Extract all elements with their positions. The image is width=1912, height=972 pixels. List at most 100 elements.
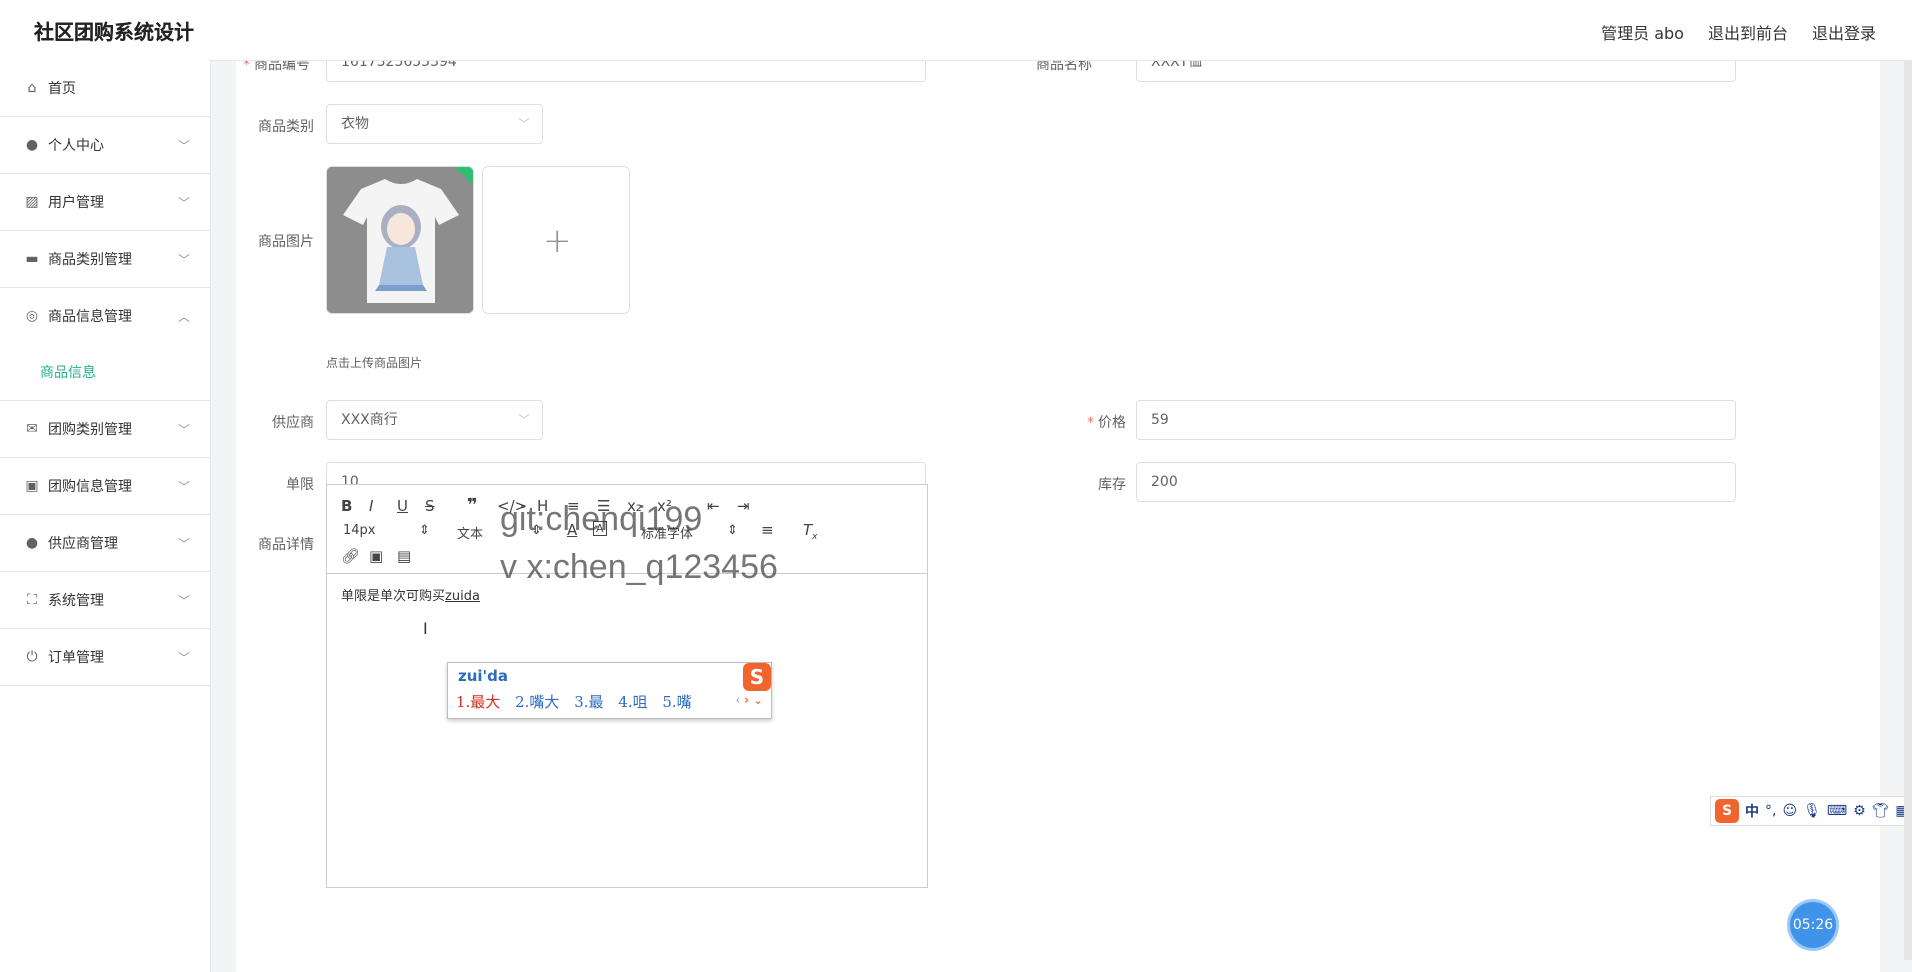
quote-icon[interactable]: ❞ (467, 495, 478, 516)
chart-icon: ▨ (25, 194, 39, 210)
admin-label: 管理员 abo (1601, 24, 1684, 43)
sidebar-item-label: 个人中心 (48, 138, 104, 154)
sidebar-item-label: 系统管理 (48, 593, 104, 609)
align-icon[interactable]: ≡ (761, 521, 774, 539)
sidebar-item-system[interactable]: ⛶ 系统管理 ﹀ (0, 572, 210, 629)
chevron-down-icon: ﹀ (177, 423, 190, 437)
emoji-icon[interactable]: ☺ (1782, 803, 1797, 819)
chevron-down-icon: ﹀ (177, 139, 190, 153)
stock-label: 库存 (1098, 477, 1126, 493)
sidebar-item-label: 商品信息管理 (48, 309, 132, 325)
sort-icon: ⇕ (419, 523, 430, 538)
indent-right-icon[interactable]: ⇥ (737, 497, 750, 515)
sidebar-item-label: 用户管理 (48, 195, 104, 211)
home-icon: ⌂ (27, 80, 37, 96)
skin-icon[interactable]: 👕︎ (1872, 803, 1890, 819)
sidebar-item-label: 供应商管理 (48, 536, 118, 552)
block-type-select[interactable]: 文本 (457, 523, 483, 542)
watermark-line1: git:chenqi199 (500, 500, 703, 538)
category-label: 商品类别 (258, 119, 314, 135)
sogou-logo-icon[interactable]: S (1715, 799, 1739, 823)
ime-composition: zui'da (458, 667, 509, 685)
power-icon: ⏻ (26, 649, 38, 665)
sidebar-item-supplier[interactable]: ● 供应商管理 ﹀ (0, 515, 210, 572)
sidebar-item-orders[interactable]: ⏻ 订单管理 ﹀ (0, 629, 210, 686)
tshirt-image (327, 167, 473, 313)
underline-icon[interactable]: U (397, 497, 408, 515)
mail-icon: ✉ (26, 421, 38, 437)
ime-punct-toggle[interactable]: °, (1765, 803, 1776, 819)
upload-tip: 点击上传商品图片 (326, 356, 423, 370)
text-cursor-icon: I (423, 619, 428, 638)
watermark-line2: v x:chen_q123456 (500, 548, 778, 586)
ime-candidate[interactable]: 1.最大 (456, 693, 500, 711)
chevron-up-icon: ︿ (177, 310, 190, 324)
stock-input[interactable]: 200 (1136, 462, 1736, 502)
composing-text: zuida (445, 589, 480, 604)
tools-icon[interactable]: ⚙ (1853, 803, 1866, 819)
circle-icon: ◎ (25, 308, 39, 324)
logout-link[interactable]: 退出登录 (1812, 20, 1876, 44)
app-title: 社区团购系统设计 (34, 20, 194, 44)
chevron-down-icon: ﹀ (177, 480, 190, 494)
uploaded-image[interactable] (326, 166, 474, 314)
strikethrough-icon[interactable]: S (425, 497, 435, 515)
sidebar-item-users[interactable]: ▨ 用户管理 ﹀ (0, 174, 210, 231)
ime-toolbar: S 中 °, ☺ 🎙︎ ⌨ ⚙ 👕︎ ▦ (1710, 796, 1912, 826)
ime-lang-toggle[interactable]: 中 (1745, 801, 1759, 821)
fullscreen-icon: ⛶ (27, 592, 37, 608)
page-scrollbar[interactable] (1904, 60, 1912, 960)
sidebar: ⌂ 首页 ● 个人中心 ﹀ ▨ 用户管理 ﹀ ▬ 商品类别管理 ﹀ ◎ 商品信息… (0, 60, 211, 972)
sidebar-item-home[interactable]: ⌂ 首页 (0, 60, 210, 117)
chevron-down-icon: ﹀ (177, 537, 190, 551)
sidebar-item-profile[interactable]: ● 个人中心 ﹀ (0, 117, 210, 174)
ime-candidate[interactable]: 5.嘴 (662, 693, 691, 711)
recording-timer[interactable]: 05:26 (1790, 902, 1836, 948)
clear-format-icon[interactable]: Tx (803, 521, 818, 542)
upload-add-button[interactable]: + (482, 166, 630, 314)
limit-label: 单限 (286, 477, 314, 493)
user-icon: ● (25, 535, 39, 551)
editor-content[interactable]: 单限是单次可购买zuida (341, 585, 480, 604)
ime-candidate[interactable]: 4.咀 (618, 693, 647, 711)
editor-text: 单限是单次可购买 (341, 589, 446, 604)
indent-left-icon[interactable]: ⇤ (707, 497, 720, 515)
price-input[interactable]: 59 (1136, 400, 1736, 440)
ime-candidate[interactable]: 2.嘴大 (515, 693, 559, 711)
chevron-down-icon: ﹀ (177, 253, 190, 267)
briefcase-icon: ▬ (25, 251, 39, 267)
sidebar-subitem-product-info[interactable]: 商品信息 (0, 344, 210, 401)
sidebar-item-label: 团购信息管理 (48, 479, 132, 495)
detail-label: 商品详情 (258, 537, 314, 553)
ime-candidate[interactable]: 3.最 (574, 693, 603, 711)
font-size-select[interactable]: 14px (343, 523, 376, 538)
italic-icon[interactable]: I (369, 497, 373, 515)
sidebar-item-product-category[interactable]: ▬ 商品类别管理 ﹀ (0, 231, 210, 288)
category-value: 衣物 (341, 116, 369, 132)
keyboard-icon[interactable]: ⌨ (1827, 803, 1847, 819)
supplier-select[interactable]: XXX商行 ﹀ (326, 400, 543, 440)
supplier-value: XXX商行 (341, 412, 398, 428)
clipboard-icon: ▣ (25, 478, 39, 494)
sidebar-item-group-info[interactable]: ▣ 团购信息管理 ﹀ (0, 458, 210, 515)
link-icon[interactable]: 🔗︎ (341, 547, 360, 565)
sidebar-item-label: 团购类别管理 (48, 422, 132, 438)
video-icon[interactable]: ▤ (397, 547, 411, 565)
category-select[interactable]: 衣物 ﹀ (326, 104, 543, 144)
sidebar-item-group-category[interactable]: ✉ 团购类别管理 ﹀ (0, 401, 210, 458)
image-icon[interactable]: ▣ (369, 547, 383, 565)
sidebar-item-label: 首页 (48, 81, 76, 97)
chevron-down-icon: ﹀ (517, 413, 530, 427)
sogou-logo-icon: S (743, 663, 771, 691)
price-label: * 价格 (1087, 415, 1126, 431)
chevron-down-icon: ﹀ (177, 651, 190, 665)
chevron-down-icon: ﹀ (517, 117, 530, 131)
plus-icon: + (543, 221, 572, 261)
bold-icon[interactable]: B (341, 497, 352, 515)
back-to-front-link[interactable]: 退出到前台 (1708, 20, 1788, 44)
ime-page-nav[interactable]: ‹ › ⌄ (736, 693, 763, 707)
sidebar-item-label: 商品类别管理 (48, 252, 132, 268)
chevron-down-icon: ﹀ (177, 594, 190, 608)
microphone-icon[interactable]: 🎙︎ (1803, 803, 1821, 819)
sidebar-item-product-info[interactable]: ◎ 商品信息管理 ︿ (0, 288, 210, 344)
